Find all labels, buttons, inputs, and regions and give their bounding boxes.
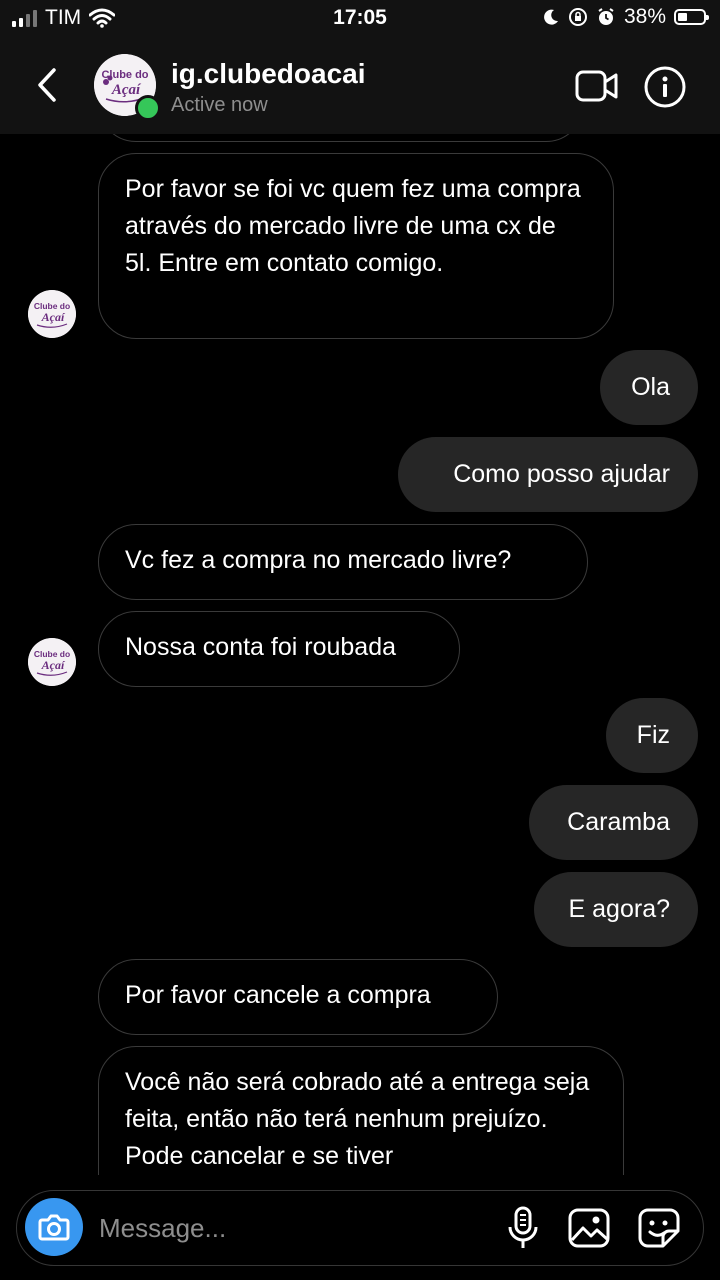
clube-do-acai-logo: Clube do Açaí [28, 290, 76, 338]
video-call-button[interactable] [574, 68, 620, 104]
message-text: Por favor cancele a compra [125, 981, 431, 1009]
message-text: E agora? [568, 895, 670, 923]
message-bubble[interactable]: Como posso ajudar [398, 437, 698, 512]
message-bubble[interactable]: Você não será cobrado até a entrega seja… [98, 1046, 624, 1175]
message-bubble[interactable]: Nossa conta foi roubada [98, 611, 460, 687]
logo-text-bottom: Açaí [111, 82, 142, 98]
message-bubble[interactable]: Fiz [606, 698, 698, 773]
logo-text-bottom: Açaí [41, 658, 66, 672]
camera-icon [38, 1214, 70, 1241]
alarm-icon [598, 8, 614, 25]
chat-header: Clube do Açaí ig.clubedoacai Active now [0, 36, 720, 134]
message-text: Vc fez a compra no mercado livre? [125, 546, 512, 574]
message-bubble[interactable]: Por favor cancele a compra [98, 959, 498, 1035]
logo-text-bottom: Açaí [41, 310, 66, 324]
message-bubble[interactable]: E agora? [534, 872, 698, 947]
sticker-button[interactable] [637, 1207, 681, 1249]
message-bubble[interactable]: Ola [600, 350, 698, 425]
status-bar: TIM 17:05 38% [0, 0, 720, 36]
message-bubble[interactable]: Por favor se foi vc quem fez uma compra … [98, 153, 614, 339]
chat-username[interactable]: ig.clubedoacai [171, 58, 366, 90]
microphone-button[interactable] [505, 1205, 541, 1251]
incoming-bubble-partial [98, 134, 584, 142]
message-text: Por favor se foi vc quem fez uma compra … [125, 175, 581, 277]
message-text: Como posso ajudar [453, 460, 670, 488]
message-bubble[interactable]: Vc fez a compra no mercado livre? [98, 524, 588, 600]
moon-icon [544, 9, 558, 25]
battery-percentage: 38% [623, 5, 666, 28]
battery-icon [674, 9, 709, 25]
message-thread[interactable]: Por favor se foi vc quem fez uma compra … [0, 134, 720, 1175]
rotation-lock-icon [568, 8, 587, 26]
message-input[interactable] [97, 1205, 481, 1251]
sender-avatar[interactable]: Clube do Açaí [28, 290, 76, 338]
message-text: Você não será cobrado até a entrega seja… [125, 1068, 590, 1170]
clube-do-acai-logo: Clube do Açaí [28, 638, 76, 686]
message-text: Fiz [636, 721, 670, 749]
back-button[interactable] [30, 64, 66, 106]
info-button[interactable] [644, 66, 686, 108]
message-bubble[interactable]: Caramba [529, 785, 698, 860]
logo-text-top: Clube do [101, 69, 148, 81]
status-right: 38% [542, 5, 709, 29]
sender-avatar[interactable]: Clube do Açaí [28, 638, 76, 686]
battery-fill [678, 13, 687, 21]
camera-button[interactable] [25, 1198, 83, 1256]
message-text: Caramba [567, 808, 670, 836]
online-indicator [135, 95, 161, 121]
active-status: Active now [171, 94, 268, 116]
message-text: Ola [631, 373, 670, 401]
message-composer [16, 1190, 704, 1266]
message-text: Nossa conta foi roubada [125, 633, 397, 661]
gallery-button[interactable] [567, 1207, 611, 1249]
